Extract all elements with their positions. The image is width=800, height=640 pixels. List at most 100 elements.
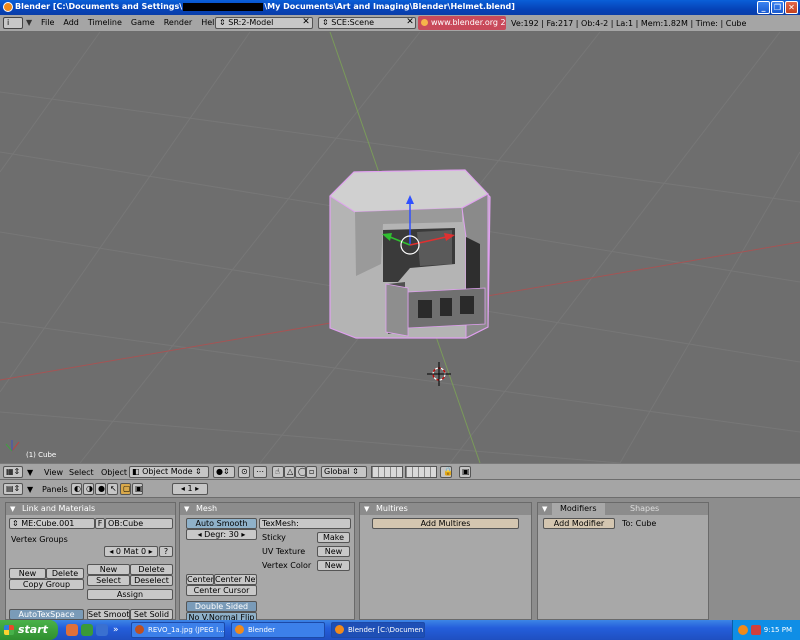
menu-object[interactable]: Object [101,468,127,477]
multires-panel-title[interactable]: Multires [360,503,531,515]
close-button[interactable]: ✕ [785,1,798,14]
scene-stats: Ve:192 | Fa:217 | Ob:4-2 | La:1 | Mem:1.… [511,19,747,28]
menu-file[interactable]: File [41,18,54,27]
new-vertex-group-button[interactable]: New [9,568,46,579]
mesh-panel-title[interactable]: Mesh [180,503,354,515]
window-type-selector[interactable]: i [3,17,23,29]
browser-quicklaunch-icon[interactable] [66,624,78,636]
blender-logo-icon [421,19,428,26]
tab-shapes[interactable]: Shapes [622,503,667,515]
panels-label: Panels [42,485,68,494]
explorer-quicklaunch-icon[interactable] [96,624,108,636]
deselect-material-button[interactable]: Deselect [130,575,173,586]
align-view-icon[interactable]: ⋯ [253,466,267,478]
sticky-make-button[interactable]: Make [317,532,350,543]
task-blender[interactable]: Blender [231,622,325,638]
select-material-button[interactable]: Select [87,575,130,586]
scene-selector[interactable]: ⇕ SCE:Scene [318,17,416,29]
task-revo-image[interactable]: REVO_1a.jpg (JPEG I... [131,622,225,638]
menu-view[interactable]: View [44,468,63,477]
object-context-icon[interactable]: ↖ [107,483,118,495]
task-blender-helmet[interactable]: Blender [C:\Documen... [331,622,425,638]
autotexspace-toggle[interactable]: AutoTexSpace [9,609,84,620]
object-name-field[interactable]: OB:Cube [105,518,173,529]
restore-button[interactable]: ❐ [771,1,784,14]
layer-buttons-left[interactable] [371,466,403,478]
clock: 9:15 PM [763,626,792,634]
3d-viewport[interactable]: (1) Cube [0,32,800,463]
mesh-datablock-field[interactable]: ⇕ ME:Cube.001 [9,518,95,529]
double-sided-toggle[interactable]: Double Sided [186,601,257,612]
add-modifier-button[interactable]: Add Modifier [543,518,615,529]
main-menu: File Add Timeline Game Render Help [41,18,219,27]
orientation-selector[interactable]: Global ⇕ [321,466,367,478]
layer-buttons-right[interactable] [405,466,437,478]
blender-url-link[interactable]: www.blender.org 245 [418,16,506,30]
center-button[interactable]: Center [186,574,214,585]
delete-vertex-group-button[interactable]: Delete [46,568,84,579]
auto-smooth-toggle[interactable]: Auto Smooth [186,518,257,529]
frame-field[interactable]: ◂ 1 ▸ [172,483,208,495]
tray-app-icon[interactable] [738,625,748,635]
new-material-button[interactable]: New [87,564,130,575]
modifier-target-label: To: Cube [622,519,657,528]
center-new-button[interactable]: Center New [214,574,257,585]
translate-manipulator-icon[interactable]: △ [284,466,295,478]
center-cursor-button[interactable]: Center Cursor [186,585,257,596]
delete-screen-icon[interactable]: ✕ [301,17,311,29]
menu-timeline[interactable]: Timeline [88,18,122,27]
scene-context-icon[interactable]: ▣ [132,483,143,495]
set-solid-button[interactable]: Set Solid [130,609,173,620]
viewport-canvas[interactable] [0,32,800,463]
start-button[interactable]: start [0,620,58,640]
material-menu-button[interactable]: ? [159,546,173,557]
material-index-field[interactable]: ◂ 0 Mat 0 ▸ [104,546,158,557]
lock-layers-icon[interactable]: 🔒 [440,466,452,478]
set-smooth-button[interactable]: Set Smooth [87,609,130,620]
manipulator-toggle-icon[interactable]: ☝ [272,466,284,478]
menu-select[interactable]: Select [69,468,94,477]
menu-game[interactable]: Game [131,18,155,27]
rotate-manipulator-icon[interactable]: ◯ [295,466,306,478]
delete-material-button[interactable]: Delete [130,564,173,575]
collapse-triangle-icon[interactable]: ▼ [27,468,33,477]
tab-modifiers[interactable]: Modifiers [552,503,605,515]
draw-type-selector[interactable]: ●⇕ [213,466,235,478]
menu-add[interactable]: Add [63,18,79,27]
render-preview-icon[interactable]: ▣ [459,466,471,478]
menu-render[interactable]: Render [164,18,192,27]
texmesh-field[interactable]: TexMesh: [259,518,351,529]
tray-security-icon[interactable] [751,625,761,635]
buttons-editor-type-selector[interactable]: ▤⇕ [3,483,23,495]
editing-context-icon[interactable]: ▢ [120,483,131,495]
pivot-selector[interactable]: ⊙ [238,466,250,478]
blender-icon [335,625,344,634]
quicklaunch-overflow-icon[interactable]: » [113,624,125,636]
system-tray: 9:15 PM [732,620,800,640]
link-materials-title[interactable]: Link and Materials [6,503,175,515]
multires-panel: Multires Add Multires [359,502,532,620]
collapse-triangle-icon[interactable]: ▼ [26,18,32,27]
copy-group-button[interactable]: Copy Group [9,579,84,590]
add-multires-button[interactable]: Add Multires [372,518,519,529]
scale-manipulator-icon[interactable]: ▫ [306,466,317,478]
degree-field[interactable]: ◂ Degr: 30 ▸ [186,529,257,540]
screen-selector[interactable]: ⇕ SR:2-Model [215,17,313,29]
uv-texture-new-button[interactable]: New [317,546,350,557]
fake-user-toggle[interactable]: F [95,518,105,529]
blender-app-icon[interactable] [3,2,13,12]
delete-scene-icon[interactable]: ✕ [405,17,415,29]
vertex-color-new-button[interactable]: New [317,560,350,571]
mode-selector[interactable]: ◧ Object Mode ⇕ [129,466,209,478]
buttons-header: ▤⇕ ▼ Panels ◐ ◑ ● ↖ ▢ ▣ ◂ 1 ▸ [0,480,800,498]
script-context-icon[interactable]: ◑ [83,483,94,495]
logic-context-icon[interactable]: ◐ [71,483,82,495]
window-title: Blender [C:\Documents and Settings\ \My D… [15,2,515,11]
collapse-triangle-icon[interactable]: ▼ [27,485,33,494]
media-quicklaunch-icon[interactable] [81,624,93,636]
editor-type-selector[interactable]: ▦⇕ [3,466,23,478]
assign-material-button[interactable]: Assign [87,589,173,600]
shading-context-icon[interactable]: ● [95,483,106,495]
window-title-bar[interactable]: Blender [C:\Documents and Settings\ \My D… [0,0,800,15]
minimize-button[interactable]: _ [757,1,770,14]
